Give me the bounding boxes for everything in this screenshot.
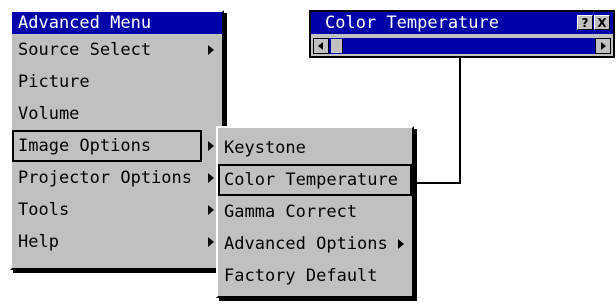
menu-item-image-options[interactable]: Image Options	[12, 130, 202, 162]
slider-thumb[interactable]	[331, 39, 343, 53]
color-temperature-window: Color Temperature ? X	[309, 10, 615, 58]
menu-item-source-select[interactable]: Source Select	[12, 34, 222, 66]
submenu-arrow-icon	[398, 239, 404, 249]
menu-item-keystone[interactable]: Keystone	[218, 132, 412, 164]
image-options-menu: Keystone Color Temperature Gamma Correct…	[216, 126, 414, 298]
menu-item-gamma-correct[interactable]: Gamma Correct	[218, 196, 412, 228]
menu-item-label: Factory Default	[224, 266, 378, 286]
scroll-left-button[interactable]	[313, 38, 329, 54]
menu-item-label: Color Temperature	[224, 170, 398, 190]
menu-item-label: Tools	[18, 200, 70, 220]
menu-item-label: Gamma Correct	[224, 202, 358, 222]
menu-item-color-temperature[interactable]: Color Temperature	[218, 164, 412, 196]
advanced-menu-title: Advanced Menu	[12, 12, 222, 34]
submenu-arrow-icon	[208, 141, 214, 151]
menu-item-label: Volume	[18, 104, 80, 124]
menu-item-label: Keystone	[224, 138, 306, 158]
menu-item-projector-options[interactable]: Projector Options	[12, 162, 222, 194]
menu-item-label: Picture	[18, 72, 90, 92]
submenu-arrow-icon	[208, 205, 214, 215]
submenu-arrow-icon	[208, 237, 214, 247]
menu-item-label: Help	[18, 232, 59, 252]
callout-line-vertical	[459, 58, 461, 184]
color-temperature-title: Color Temperature	[311, 12, 613, 34]
submenu-arrow-icon	[208, 173, 214, 183]
menu-item-tools[interactable]: Tools	[12, 194, 222, 226]
menu-item-advanced-options[interactable]: Advanced Options	[218, 228, 412, 260]
menu-item-picture[interactable]: Picture	[12, 66, 222, 98]
menu-item-label: Image Options	[18, 136, 152, 156]
menu-item-volume[interactable]: Volume	[12, 98, 222, 130]
menu-item-label: Advanced Options	[224, 234, 388, 254]
close-button[interactable]: X	[594, 15, 610, 30]
menu-item-label: Source Select	[18, 40, 152, 60]
scroll-left-icon	[318, 42, 323, 50]
scroll-right-icon	[601, 42, 606, 50]
menu-item-help[interactable]: Help	[12, 226, 222, 258]
submenu-arrow-icon	[208, 45, 214, 55]
color-temperature-slider[interactable]	[313, 38, 611, 54]
help-button[interactable]: ?	[577, 15, 593, 30]
scroll-right-button[interactable]	[595, 38, 611, 54]
callout-line-horizontal	[414, 182, 460, 184]
advanced-menu: Advanced Menu Source Select Picture Volu…	[10, 10, 224, 270]
menu-item-factory-default[interactable]: Factory Default	[218, 260, 412, 292]
menu-item-label: Projector Options	[18, 168, 192, 188]
